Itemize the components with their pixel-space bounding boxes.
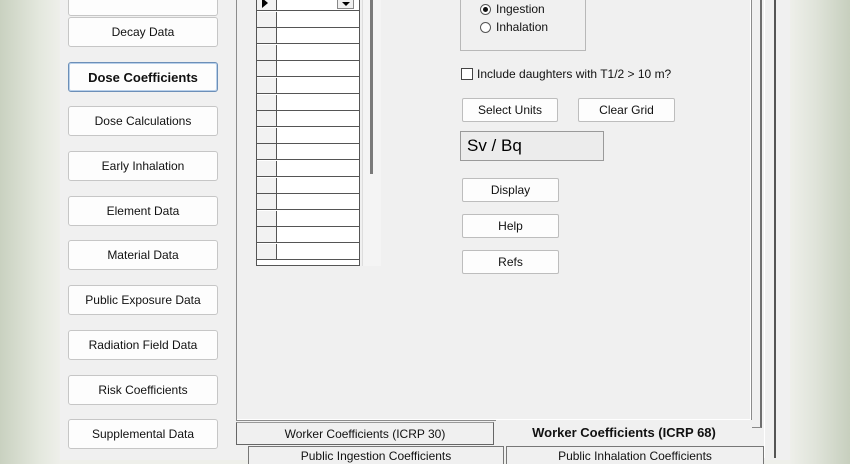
grid-row[interactable] (257, 127, 359, 144)
tab-panel-edge-outer (764, 0, 776, 458)
grid-row-header[interactable] (257, 11, 277, 27)
grid-row-header[interactable] (257, 78, 277, 93)
grid-row[interactable] (257, 177, 359, 194)
sidebar-item-public-exposure-data[interactable]: Public Exposure Data (68, 285, 218, 315)
grid-row[interactable] (257, 227, 359, 244)
include-daughters-checkbox[interactable]: Include daughters with T1/2 > 10 m? (461, 67, 671, 81)
app-window: Decay Data Dose Coefficients Dose Calcul… (60, 0, 790, 464)
tab-public-inhalation[interactable]: Public Inhalation Coefficients (506, 446, 764, 464)
grid-row-header[interactable] (257, 144, 277, 160)
grid-row-header[interactable] (257, 177, 277, 193)
units-display: Sv / Bq (460, 131, 604, 161)
grid-row-header[interactable] (257, 210, 277, 226)
grid-row[interactable] (257, 94, 359, 111)
grid-row[interactable] (257, 210, 359, 227)
sidebar-item-early-inhalation[interactable]: Early Inhalation (68, 151, 218, 181)
sidebar-item-supplemental-data[interactable]: Supplemental Data (68, 419, 218, 449)
current-row-arrow-icon (262, 0, 268, 8)
grid-row-header[interactable] (257, 161, 277, 176)
clear-grid-button[interactable]: Clear Grid (578, 98, 675, 122)
nuclide-grid[interactable] (256, 0, 360, 266)
dropdown-arrow-icon[interactable] (337, 0, 354, 9)
ingestion-radio-dot[interactable] (480, 3, 491, 15)
tab-worker-icrp68[interactable]: Worker Coefficients (ICRP 68) (496, 420, 752, 445)
grid-row[interactable] (257, 78, 359, 94)
sidebar-item-decay-data[interactable]: Decay Data (68, 17, 218, 47)
tab-panel-edge (752, 0, 762, 428)
inhalation-radio[interactable]: Inhalation (480, 20, 548, 34)
include-daughters-box[interactable] (461, 68, 473, 80)
sidebar-item-material-data[interactable]: Material Data (68, 240, 218, 270)
inhalation-radio-dot[interactable] (480, 21, 491, 33)
sidebar-item-risk-coefficients[interactable]: Risk Coefficients (68, 375, 218, 405)
inhalation-label: Inhalation (496, 20, 549, 34)
help-button[interactable]: Help (462, 214, 559, 238)
grid-row[interactable] (257, 44, 359, 61)
grid-row[interactable] (257, 111, 359, 128)
include-daughters-label: Include daughters with T1/2 > 10 m? (477, 67, 672, 81)
refs-button[interactable]: Refs (462, 250, 559, 274)
tab-public-ingestion[interactable]: Public Ingestion Coefficients (248, 446, 504, 464)
sidebar-item-dose-calculations[interactable]: Dose Calculations (68, 106, 218, 136)
display-button[interactable]: Display (462, 178, 559, 202)
grid-scrollbar-thumb[interactable] (370, 0, 373, 174)
grid-row[interactable] (257, 161, 359, 177)
grid-row-header[interactable] (257, 194, 277, 210)
grid-row-header[interactable] (257, 244, 277, 259)
sidebar-item-dose-coefficients[interactable]: Dose Coefficients (68, 62, 218, 92)
grid-row[interactable] (257, 28, 359, 45)
grid-row[interactable] (257, 144, 359, 161)
grid-row-header[interactable] (257, 94, 277, 110)
grid-row-header[interactable] (257, 28, 277, 44)
grid-row-header[interactable] (257, 61, 277, 77)
sidebar-item-element-data[interactable]: Element Data (68, 196, 218, 226)
ingestion-radio[interactable]: Ingestion (480, 2, 545, 16)
grid-row[interactable] (257, 11, 359, 28)
ingestion-label: Ingestion (496, 2, 545, 16)
tab-worker-icrp30[interactable]: Worker Coefficients (ICRP 30) (236, 422, 494, 445)
grid-row-header[interactable] (257, 227, 277, 243)
grid-row-header[interactable] (257, 111, 277, 127)
sidebar-item-top[interactable] (68, 0, 218, 16)
grid-row[interactable] (257, 61, 359, 78)
grid-scrollbar[interactable] (362, 0, 381, 266)
sidebar-item-radiation-field-data[interactable]: Radiation Field Data (68, 330, 218, 360)
grid-row[interactable] (257, 0, 359, 11)
grid-row-header[interactable] (257, 127, 277, 143)
grid-row[interactable] (257, 194, 359, 211)
grid-row-header[interactable] (257, 0, 277, 10)
select-units-button[interactable]: Select Units (462, 98, 558, 122)
grid-row[interactable] (257, 244, 359, 260)
grid-row-header[interactable] (257, 44, 277, 60)
